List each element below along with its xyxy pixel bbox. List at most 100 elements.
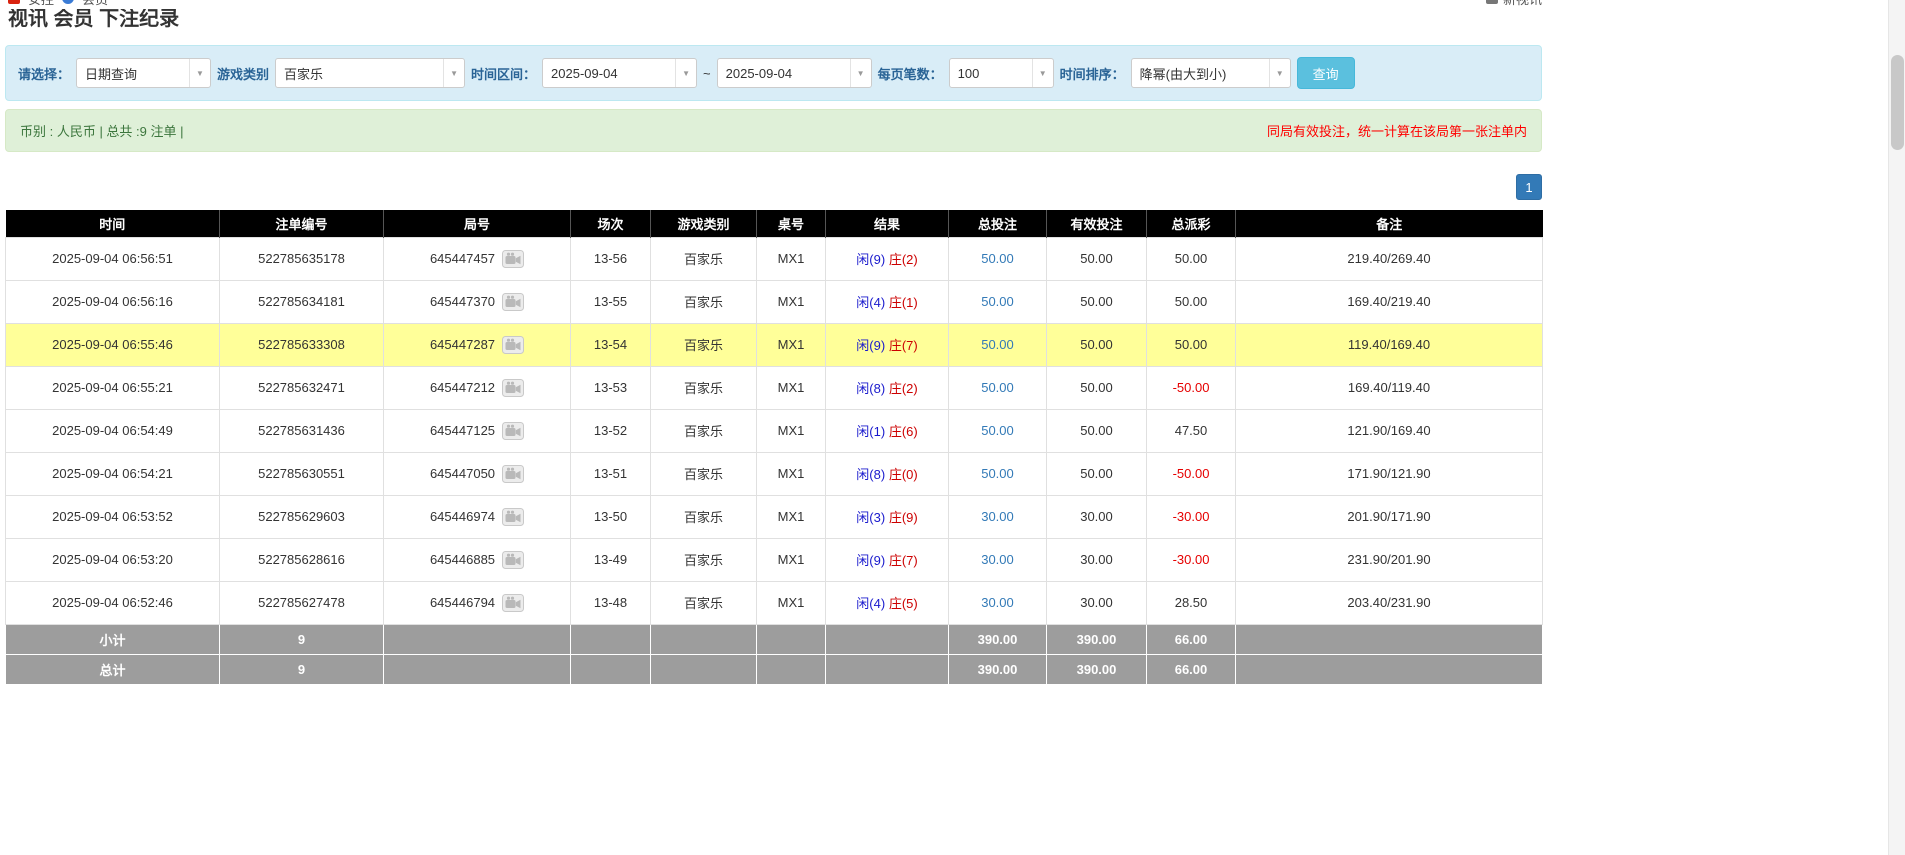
cell-total-bet[interactable]: 30.00 — [949, 538, 1047, 581]
cell-game-type: 百家乐 — [651, 452, 757, 495]
cell-total-bet[interactable]: 50.00 — [949, 237, 1047, 280]
table-row: 2025-09-04 06:53:52522785629603645446974… — [6, 495, 1543, 538]
date-from-select[interactable]: 2025-09-04 ▼ — [542, 58, 697, 88]
cell-note: 201.90/171.90 — [1236, 495, 1543, 538]
cell-payout: 50.00 — [1147, 323, 1236, 366]
scrollbar-thumb[interactable] — [1891, 55, 1904, 150]
cell-result: 闲(1) 庄(6) — [826, 409, 949, 452]
total-total-bet: 390.00 — [949, 654, 1047, 684]
cell-payout: 28.50 — [1147, 581, 1236, 624]
cell-result: 闲(3) 庄(9) — [826, 495, 949, 538]
cell-bet-id: 522785634181 — [220, 280, 384, 323]
top-nav-strip: 安控 会员 新视讯 — [5, 0, 1542, 9]
video-replay-icon[interactable] — [502, 293, 524, 311]
chevron-down-icon: ▼ — [189, 59, 210, 87]
cell-session: 13-52 — [571, 409, 651, 452]
cell-note: 203.40/231.90 — [1236, 581, 1543, 624]
chevron-down-icon: ▼ — [443, 59, 464, 87]
cell-total-bet[interactable]: 50.00 — [949, 366, 1047, 409]
top-nav-right[interactable]: 新视讯 — [1503, 0, 1542, 8]
cell-total-bet[interactable]: 30.00 — [949, 495, 1047, 538]
pagination: 1 — [5, 174, 1542, 200]
cell-game-type: 百家乐 — [651, 495, 757, 538]
cell-total-bet[interactable]: 50.00 — [949, 409, 1047, 452]
summary-bar: 币别 : 人民币 | 总共 :9 注单 | 同局有效投注，统一计算在该局第一张注… — [5, 109, 1542, 152]
query-button[interactable]: 查询 — [1297, 57, 1355, 89]
cell-total-bet[interactable]: 50.00 — [949, 280, 1047, 323]
cell-note: 119.40/169.40 — [1236, 323, 1543, 366]
cell-round-id: 645446794 — [384, 581, 571, 624]
cell-bet-id: 522785632471 — [220, 366, 384, 409]
cell-payout: 50.00 — [1147, 237, 1236, 280]
column-header-session: 场次 — [571, 210, 651, 237]
vertical-scrollbar[interactable] — [1888, 0, 1905, 855]
cell-time: 2025-09-04 06:55:46 — [6, 323, 220, 366]
cell-session: 13-53 — [571, 366, 651, 409]
top-nav-item-1[interactable]: 安控 — [28, 0, 54, 8]
cell-table-no: MX1 — [757, 280, 826, 323]
cell-table-no: MX1 — [757, 495, 826, 538]
filter-label-sort: 时间排序： — [1060, 64, 1125, 83]
cell-note: 219.40/269.40 — [1236, 237, 1543, 280]
table-row: 2025-09-04 06:56:16522785634181645447370… — [6, 280, 1543, 323]
cell-total-bet[interactable]: 30.00 — [949, 581, 1047, 624]
subtotal-payout: 66.00 — [1147, 624, 1236, 654]
column-header-round-id: 局号 — [384, 210, 571, 237]
cell-result: 闲(4) 庄(1) — [826, 280, 949, 323]
column-header-payout: 总派彩 — [1147, 210, 1236, 237]
video-replay-icon[interactable] — [502, 465, 524, 483]
video-replay-icon[interactable] — [502, 594, 524, 612]
chevron-down-icon: ▼ — [850, 59, 871, 87]
cell-result: 闲(9) 庄(7) — [826, 538, 949, 581]
page-button-1[interactable]: 1 — [1516, 174, 1542, 200]
cell-note: 171.90/121.90 — [1236, 452, 1543, 495]
cell-game-type: 百家乐 — [651, 409, 757, 452]
time-sort-select[interactable]: 降幂(由大到小) ▼ — [1131, 58, 1291, 88]
cell-note: 169.40/219.40 — [1236, 280, 1543, 323]
video-replay-icon[interactable] — [502, 551, 524, 569]
cell-valid-bet: 50.00 — [1047, 280, 1147, 323]
cell-valid-bet: 50.00 — [1047, 409, 1147, 452]
video-replay-icon[interactable] — [502, 336, 524, 354]
table-header-row: 时间 注单编号 局号 场次 游戏类别 桌号 结果 总投注 有效投注 总派彩 备注 — [6, 210, 1543, 237]
top-nav-item-2[interactable]: 会员 — [82, 0, 108, 8]
filter-bar: 请选择： 日期查询 ▼ 游戏类别 百家乐 ▼ 时间区间： 2025-09-04 … — [5, 45, 1542, 101]
page-size-select[interactable]: 100 ▼ — [949, 58, 1054, 88]
video-replay-icon[interactable] — [502, 379, 524, 397]
video-grid-icon — [1486, 0, 1498, 4]
cell-total-bet[interactable]: 50.00 — [949, 452, 1047, 495]
video-replay-icon[interactable] — [502, 422, 524, 440]
cell-time: 2025-09-04 06:54:21 — [6, 452, 220, 495]
column-header-total-bet: 总投注 — [949, 210, 1047, 237]
column-header-bet-id: 注单编号 — [220, 210, 384, 237]
query-mode-select[interactable]: 日期查询 ▼ — [76, 58, 211, 88]
bet-records-table: 时间 注单编号 局号 场次 游戏类别 桌号 结果 总投注 有效投注 总派彩 备注… — [5, 210, 1543, 685]
cell-bet-id: 522785635178 — [220, 237, 384, 280]
table-row: 2025-09-04 06:55:46522785633308645447287… — [6, 323, 1543, 366]
cell-valid-bet: 50.00 — [1047, 237, 1147, 280]
cell-payout: 47.50 — [1147, 409, 1236, 452]
video-replay-icon[interactable] — [502, 250, 524, 268]
table-row: 2025-09-04 06:54:49522785631436645447125… — [6, 409, 1543, 452]
cell-time: 2025-09-04 06:55:21 — [6, 366, 220, 409]
game-type-select[interactable]: 百家乐 ▼ — [275, 58, 465, 88]
cell-game-type: 百家乐 — [651, 280, 757, 323]
subtotal-count: 9 — [220, 624, 384, 654]
cell-time: 2025-09-04 06:53:20 — [6, 538, 220, 581]
cell-table-no: MX1 — [757, 538, 826, 581]
table-body: 2025-09-04 06:56:51522785635178645447457… — [6, 237, 1543, 624]
cell-game-type: 百家乐 — [651, 538, 757, 581]
cell-round-id: 645446885 — [384, 538, 571, 581]
cell-round-id: 645447125 — [384, 409, 571, 452]
cell-time: 2025-09-04 06:56:16 — [6, 280, 220, 323]
cell-note: 121.90/169.40 — [1236, 409, 1543, 452]
page-size-value: 100 — [950, 66, 1032, 81]
date-to-select[interactable]: 2025-09-04 ▼ — [717, 58, 872, 88]
cell-time: 2025-09-04 06:56:51 — [6, 237, 220, 280]
cell-bet-id: 522785630551 — [220, 452, 384, 495]
cell-game-type: 百家乐 — [651, 366, 757, 409]
column-header-table-no: 桌号 — [757, 210, 826, 237]
video-replay-icon[interactable] — [502, 508, 524, 526]
cell-total-bet[interactable]: 50.00 — [949, 323, 1047, 366]
cell-game-type: 百家乐 — [651, 323, 757, 366]
